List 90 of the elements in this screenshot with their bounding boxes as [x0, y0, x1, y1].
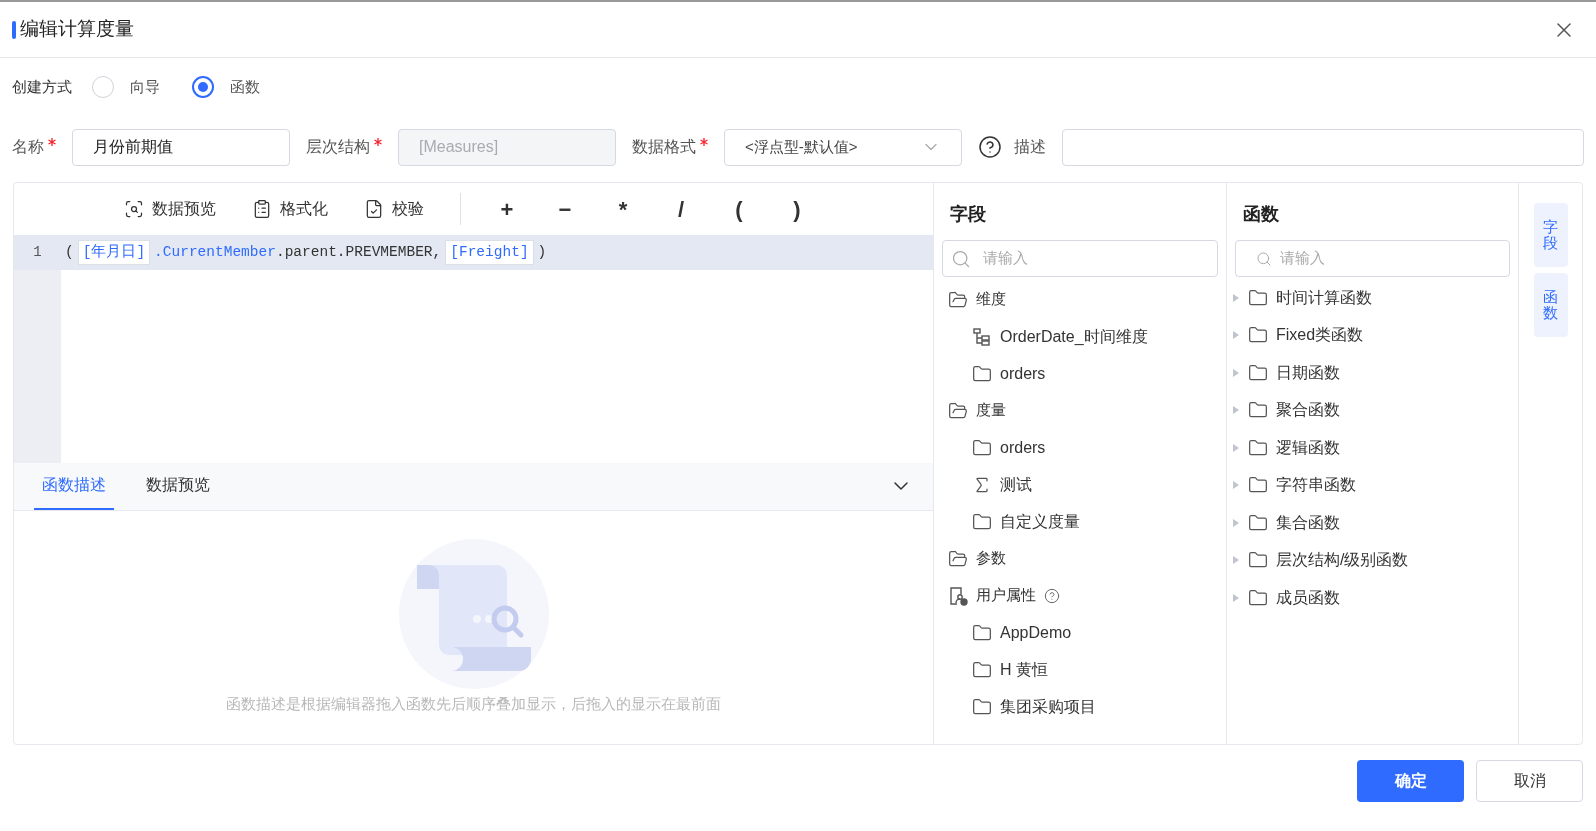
function-category[interactable]: 层次结构/级别函数	[1276, 548, 1409, 573]
description-field[interactable]	[1062, 128, 1584, 166]
confirm-button[interactable]: 确定	[1357, 760, 1464, 802]
folder-icon	[972, 363, 992, 384]
preview-icon	[124, 199, 144, 219]
hierarchy-icon	[972, 326, 992, 347]
folder-open-icon	[948, 400, 968, 421]
folder-icon	[972, 437, 992, 458]
code-token: .CurrentMember	[154, 242, 276, 262]
caret-icon[interactable]	[1232, 330, 1240, 341]
tree-item[interactable]: 用户属性	[976, 584, 1036, 607]
code-token: [Freight]	[445, 239, 534, 266]
function-category[interactable]: 成员函数	[1276, 585, 1340, 610]
operator-button[interactable]: (	[729, 192, 749, 226]
caret-icon[interactable]	[1232, 555, 1240, 566]
folder-icon	[1248, 287, 1268, 308]
title-accent	[12, 20, 16, 39]
operator-button[interactable]: )	[787, 192, 807, 226]
folder-icon	[1248, 587, 1268, 608]
caret-icon[interactable]	[1232, 480, 1240, 491]
radio-label: 向导	[130, 76, 160, 97]
folder-icon	[1248, 512, 1268, 533]
tree-item[interactable]: 集团采购项目	[1000, 694, 1096, 719]
tree-item[interactable]: orders	[1000, 361, 1046, 386]
toolbar-button[interactable]: 格式化	[252, 197, 328, 221]
field-label: 描述	[1014, 137, 1046, 157]
help-icon[interactable]	[978, 135, 1002, 159]
function-category[interactable]: 字符串函数	[1276, 473, 1356, 498]
tab[interactable]: 数据预览	[146, 462, 210, 510]
tree-item[interactable]: 度量	[976, 399, 1006, 422]
folder-icon	[1248, 437, 1268, 458]
radio-button[interactable]	[192, 76, 214, 98]
folder-icon	[1248, 362, 1268, 383]
check-file-icon	[364, 199, 384, 219]
folder-icon	[972, 622, 992, 643]
field-label: 层次结构	[306, 135, 382, 159]
line-number: 1	[33, 243, 42, 262]
folder-icon	[972, 659, 992, 680]
caret-icon[interactable]	[1232, 292, 1240, 303]
tree-item[interactable]: 维度	[976, 288, 1006, 311]
code-token: )	[537, 242, 547, 262]
field-label: 创建方式	[12, 76, 72, 97]
tab[interactable]: 函数描述	[34, 462, 114, 510]
field-label: 名称	[12, 135, 56, 159]
tree-item[interactable]: 参数	[976, 547, 1006, 570]
folder-open-icon	[948, 289, 968, 310]
operator-button[interactable]: *	[613, 192, 633, 226]
function-category[interactable]: 集合函数	[1276, 510, 1340, 535]
caret-icon[interactable]	[1232, 367, 1240, 378]
dialog-title: 编辑计算度量	[20, 17, 134, 42]
toolbar-button[interactable]: 数据预览	[124, 197, 216, 221]
tree-item[interactable]: OrderDate_时间维度	[1000, 324, 1148, 349]
folder-open-icon	[948, 548, 968, 569]
cancel-button[interactable]: 取消	[1476, 760, 1583, 802]
caret-icon[interactable]	[1232, 592, 1240, 603]
folder-icon	[972, 511, 992, 532]
tree-item[interactable]: H 黄恒	[1000, 657, 1048, 682]
function-category[interactable]: 时间计算函数	[1276, 285, 1372, 310]
code-token: [年月日]	[77, 239, 151, 266]
tree-item[interactable]: 测试	[1000, 472, 1032, 497]
empty-description: 函数描述是根据编辑器拖入函数先后顺序叠加显示，后拖入的显示在最前面	[226, 694, 721, 715]
panel-title: 字段	[949, 203, 987, 226]
user-file-icon	[948, 585, 968, 606]
caret-icon[interactable]	[1232, 517, 1240, 528]
toolbar-button[interactable]: 校验	[364, 197, 424, 221]
operator-button[interactable]: +	[497, 192, 517, 226]
format-select[interactable]: <浮点型-默认值>	[724, 128, 962, 166]
side-tab[interactable]: 函数	[1533, 273, 1568, 337]
function-category[interactable]: 日期函数	[1276, 360, 1340, 385]
clipboard-icon	[252, 199, 272, 219]
function-category[interactable]: 聚合函数	[1276, 398, 1340, 423]
folder-icon	[972, 696, 992, 717]
search-icon	[951, 248, 971, 269]
code-token: .parent.PREVMEMBER,	[275, 242, 442, 262]
code-token: (	[65, 242, 74, 262]
side-tab[interactable]: 字段	[1533, 203, 1568, 267]
caret-icon[interactable]	[1232, 442, 1240, 453]
radio-label: 函数	[230, 76, 260, 97]
search-icon	[1256, 250, 1272, 267]
tree-item[interactable]: 自定义度量	[1000, 509, 1080, 534]
tree-item[interactable]: orders	[1000, 435, 1046, 460]
caret-icon[interactable]	[1232, 405, 1240, 416]
operator-button[interactable]: /	[671, 192, 691, 226]
function-category[interactable]: 逻辑函数	[1276, 435, 1340, 460]
name-field[interactable]: 月份前期值	[72, 128, 290, 166]
panel-title: 函数	[1242, 203, 1280, 226]
operator-button[interactable]: −	[555, 192, 575, 226]
field-label: 数据格式	[632, 135, 708, 159]
tree-item[interactable]: AppDemo	[1000, 620, 1072, 645]
function-category[interactable]: Fixed类函数	[1276, 323, 1364, 348]
